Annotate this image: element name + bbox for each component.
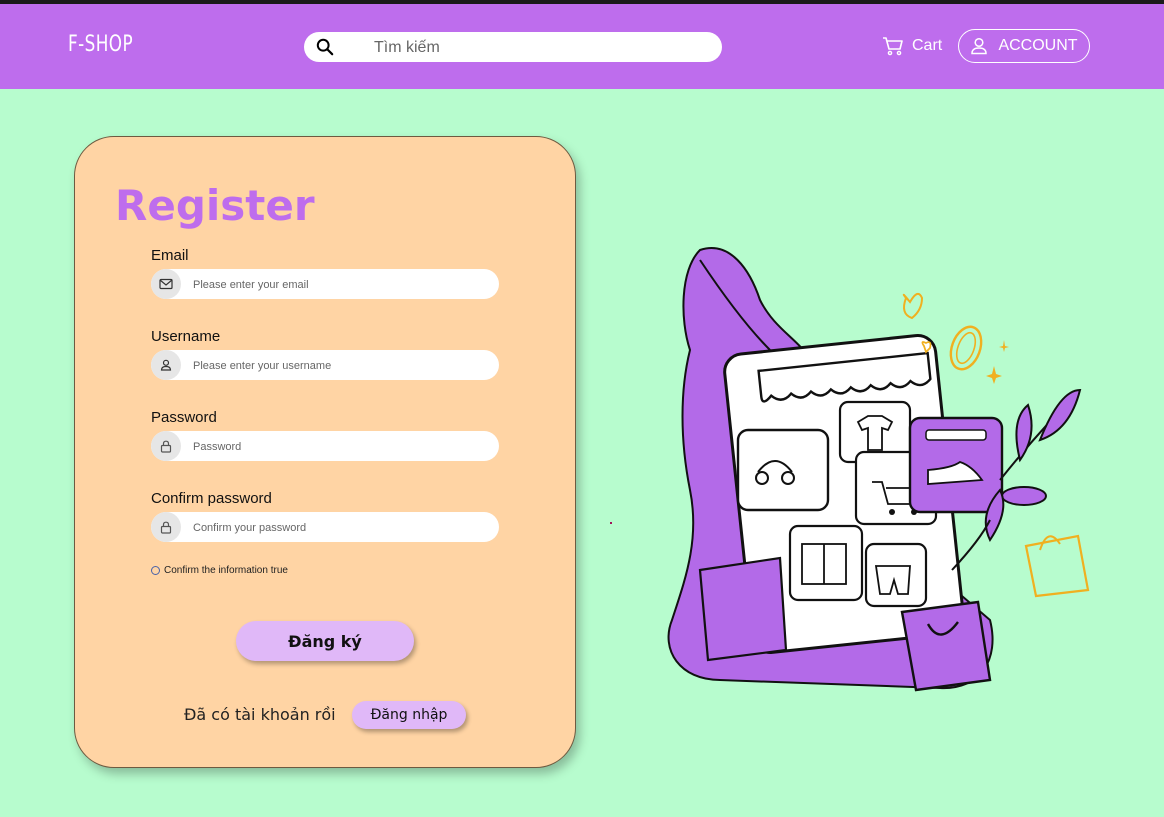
register-button[interactable]: Đăng ký <box>236 621 414 661</box>
password-field[interactable] <box>151 431 499 461</box>
cart-link[interactable]: Cart <box>882 36 942 56</box>
login-button[interactable]: Đăng nhập <box>352 701 466 729</box>
already-have-account-text: Đã có tài khoản rồi <box>184 705 336 724</box>
user-icon <box>151 350 181 380</box>
cart-label: Cart <box>912 37 943 54</box>
confirm-info-label: Confirm the information true <box>164 565 288 576</box>
email-field[interactable] <box>151 269 499 299</box>
site-logo[interactable]: F-SHOP <box>68 32 133 57</box>
search-bar[interactable] <box>304 32 722 62</box>
stray-dot <box>610 522 612 524</box>
password-label: Password <box>151 409 217 426</box>
account-label: ACCOUNT <box>998 37 1078 54</box>
email-input[interactable] <box>191 274 490 296</box>
user-icon <box>971 37 988 55</box>
search-icon[interactable] <box>316 38 334 56</box>
site-header: F-SHOP Cart ACCOUNT <box>0 4 1164 89</box>
username-field[interactable] <box>151 350 499 380</box>
username-input[interactable] <box>191 355 490 377</box>
email-label: Email <box>151 247 189 264</box>
lock-icon <box>151 512 181 542</box>
register-title: Register <box>115 181 315 230</box>
shopping-illustration <box>667 247 1090 692</box>
mail-icon <box>151 269 181 299</box>
confirm-password-input[interactable] <box>191 517 490 539</box>
search-input[interactable] <box>372 36 706 60</box>
cart-icon <box>883 37 903 56</box>
register-card: Register Email Username Password <box>74 136 576 768</box>
confirm-password-label: Confirm password <box>151 490 272 507</box>
username-label: Username <box>151 328 221 345</box>
lock-icon <box>151 431 181 461</box>
confirm-info-option[interactable]: Confirm the information true <box>151 565 288 576</box>
confirm-password-field[interactable] <box>151 512 499 542</box>
password-input[interactable] <box>191 436 490 458</box>
confirm-radio[interactable] <box>151 566 160 575</box>
account-button[interactable]: ACCOUNT <box>958 29 1090 63</box>
